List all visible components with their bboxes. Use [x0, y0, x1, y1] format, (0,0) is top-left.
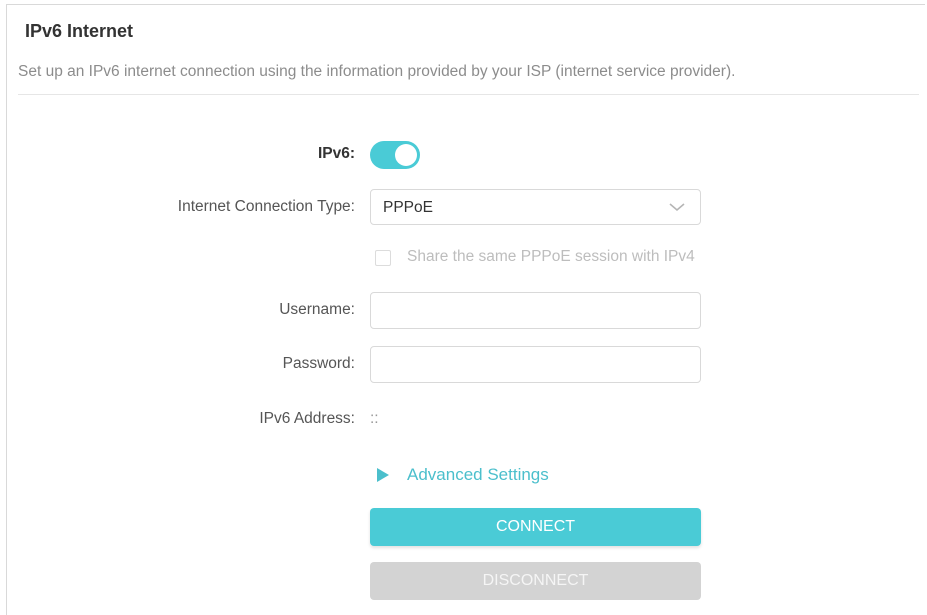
disconnect-button[interactable]: DISCONNECT — [370, 562, 701, 600]
page-description: Set up an IPv6 internet connection using… — [18, 63, 736, 80]
page-title: IPv6 Internet — [25, 21, 134, 41]
username-label: Username: — [279, 301, 355, 318]
password-label: Password: — [282, 355, 355, 372]
header-divider — [18, 94, 919, 95]
triangle-right-icon — [377, 468, 389, 482]
connection-type-select[interactable]: PPPoE — [370, 189, 701, 225]
username-input[interactable] — [370, 292, 701, 329]
chevron-down-icon — [669, 203, 685, 212]
advanced-settings-label: Advanced Settings — [407, 465, 549, 484]
ipv6-address-label: IPv6 Address: — [259, 410, 355, 427]
connection-type-label: Internet Connection Type: — [177, 198, 355, 215]
connection-type-value: PPPoE — [383, 199, 433, 216]
ipv6-address-value: :: — [370, 410, 379, 427]
ipv6-toggle[interactable] — [370, 141, 420, 169]
share-pppoe-session-checkbox[interactable] — [375, 250, 391, 266]
password-input[interactable] — [370, 346, 701, 383]
share-pppoe-session-label: Share the same PPPoE session with IPv4 — [407, 248, 695, 265]
ipv6-label: IPv6: — [317, 145, 355, 162]
toggle-knob — [395, 144, 417, 166]
connect-button[interactable]: CONNECT — [370, 508, 701, 546]
